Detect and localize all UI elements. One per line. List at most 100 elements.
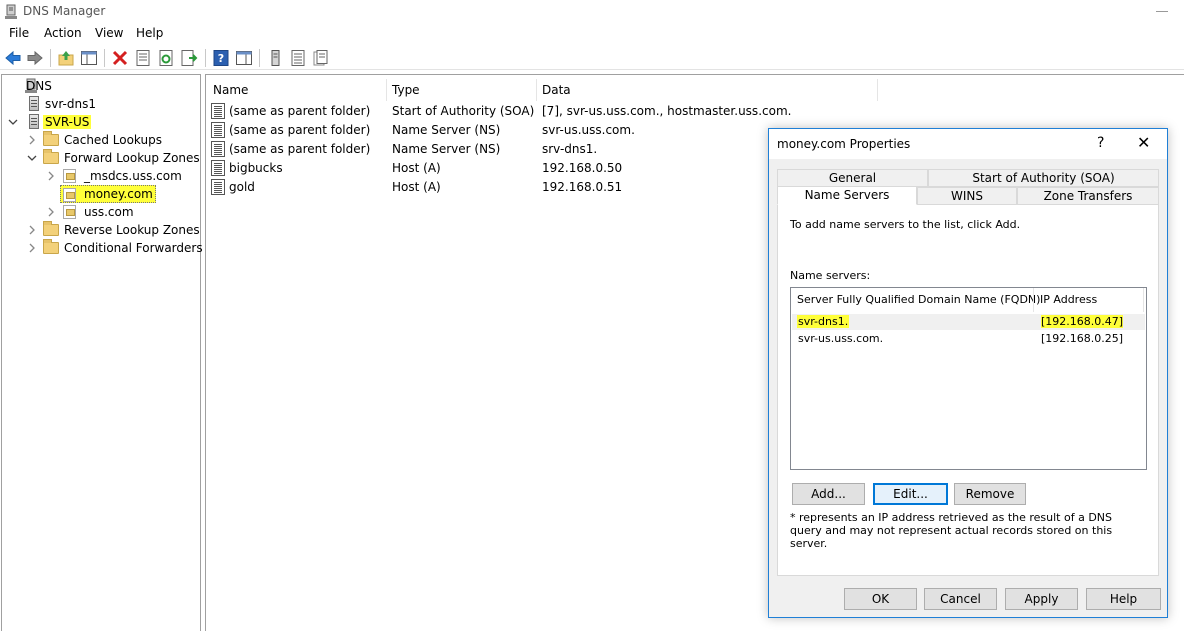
column-header-type[interactable]: Type — [392, 79, 420, 101]
chevron-down-icon[interactable] — [8, 116, 18, 128]
tree-label-cached-lookups: Cached Lookups — [64, 133, 162, 147]
tab-general[interactable]: General — [777, 169, 928, 187]
folder-open-icon — [43, 149, 59, 164]
close-icon[interactable]: ✕ — [1137, 133, 1150, 152]
tree-label-forward-lookup-zones: Forward Lookup Zones — [64, 151, 200, 165]
tab-start-of-authority[interactable]: Start of Authority (SOA) — [928, 169, 1159, 187]
cancel-button[interactable]: Cancel — [924, 588, 997, 610]
tree-item-dns[interactable]: DNS — [2, 77, 200, 95]
title-bar: DNS Manager — [0, 0, 1184, 24]
remove-button[interactable]: Remove — [954, 483, 1026, 505]
tree-item-uss-com[interactable]: uss.com — [2, 203, 200, 221]
instructions-text: To add name servers to the list, click A… — [790, 218, 1021, 231]
record-data: 192.168.0.50 — [542, 161, 623, 175]
column-header-ip-address[interactable]: IP Address — [1040, 288, 1097, 312]
chevron-right-icon[interactable] — [27, 224, 37, 236]
folder-icon — [43, 239, 59, 254]
tree-item-cached-lookups[interactable]: Cached Lookups — [2, 131, 200, 149]
ok-button[interactable]: OK — [844, 588, 917, 610]
help-button[interactable]: Help — [1086, 588, 1161, 610]
tree-item-msdcs[interactable]: _msdcs.uss.com — [2, 167, 200, 185]
folder-icon — [43, 131, 59, 146]
show-hide-action-pane-icon[interactable] — [235, 49, 253, 67]
delete-icon[interactable] — [111, 49, 129, 67]
list-view-icon[interactable] — [289, 49, 307, 67]
minimize-button[interactable] — [1156, 11, 1168, 12]
menu-action[interactable]: Action — [44, 26, 82, 40]
up-folder-icon[interactable] — [57, 49, 75, 67]
column-divider[interactable] — [536, 79, 537, 101]
chevron-right-icon[interactable] — [27, 242, 37, 254]
properties-dialog: money.com Properties ? ✕ General Start o… — [768, 128, 1168, 618]
chevron-right-icon[interactable] — [46, 170, 56, 182]
table-row[interactable]: (same as parent folder) Start of Authori… — [206, 102, 906, 121]
record-type: Host (A) — [392, 180, 441, 194]
tab-wins[interactable]: WINS — [917, 187, 1017, 205]
export-list-icon[interactable] — [180, 49, 198, 67]
column-divider[interactable] — [1033, 288, 1034, 312]
tree-label-dns: DNS — [26, 79, 52, 93]
record-data: svr-us.uss.com. — [542, 123, 635, 137]
refresh-icon[interactable] — [157, 49, 175, 67]
list-item[interactable]: svr-us.uss.com. [192.168.0.25] — [792, 331, 1145, 347]
chevron-right-icon[interactable] — [27, 134, 37, 146]
forward-arrow-icon[interactable] — [26, 49, 44, 67]
server-ip: [192.168.0.25] — [1041, 332, 1124, 345]
menu-help[interactable]: Help — [136, 26, 163, 40]
record-name: bigbucks — [229, 161, 283, 175]
zone-icon — [63, 188, 76, 202]
column-divider[interactable] — [1143, 288, 1144, 312]
toolbar: ? — [0, 46, 1184, 70]
list-item[interactable]: svr-dns1. [192.168.0.47] — [792, 314, 1145, 330]
record-data: srv-dns1. — [542, 142, 598, 156]
chevron-down-icon[interactable] — [27, 152, 37, 164]
tree-label-reverse-lookup-zones: Reverse Lookup Zones — [64, 223, 200, 237]
tree-item-svr-us[interactable]: SVR-US — [2, 113, 200, 131]
help-icon[interactable]: ? — [212, 49, 230, 67]
record-name: (same as parent folder) — [229, 104, 371, 118]
record-data: 192.168.0.51 — [542, 180, 623, 194]
properties-icon[interactable] — [134, 49, 152, 67]
server-icon — [29, 114, 39, 129]
column-divider[interactable] — [386, 79, 387, 101]
back-arrow-icon[interactable] — [4, 49, 22, 67]
apply-button[interactable]: Apply — [1005, 588, 1078, 610]
record-icon — [211, 179, 225, 195]
record-type: Start of Authority (SOA) — [392, 104, 535, 118]
column-header-name[interactable]: Name — [213, 79, 248, 101]
dialog-title: money.com Properties — [777, 137, 911, 151]
dialog-title-bar: money.com Properties ? ✕ — [769, 129, 1167, 159]
show-hide-tree-icon[interactable] — [80, 49, 98, 67]
add-button[interactable]: Add... — [792, 483, 865, 505]
detail-view-icon[interactable] — [312, 49, 330, 67]
server-icon[interactable] — [266, 49, 284, 67]
record-icon — [211, 122, 225, 138]
toolbar-separator — [259, 49, 260, 67]
chevron-right-icon[interactable] — [46, 206, 56, 218]
column-header-fqdn[interactable]: Server Fully Qualified Domain Name (FQDN… — [797, 288, 1040, 312]
tree-item-conditional-forwarders[interactable]: Conditional Forwarders — [2, 239, 203, 257]
toolbar-separator — [50, 49, 51, 67]
window-title: DNS Manager — [23, 4, 106, 18]
folder-icon — [43, 221, 59, 236]
tree-item-money-com[interactable]: money.com — [60, 185, 156, 203]
record-data: [7], svr-us.uss.com., hostmaster.uss.com… — [542, 104, 792, 118]
record-icon — [211, 160, 225, 176]
record-type: Host (A) — [392, 161, 441, 175]
column-header-data[interactable]: Data — [542, 79, 571, 101]
tree-item-reverse-lookup-zones[interactable]: Reverse Lookup Zones — [2, 221, 200, 239]
tab-name-servers[interactable]: Name Servers — [777, 186, 917, 205]
record-type: Name Server (NS) — [392, 123, 501, 137]
menu-view[interactable]: View — [95, 26, 123, 40]
name-servers-list[interactable]: Server Fully Qualified Domain Name (FQDN… — [790, 287, 1147, 470]
tree-label-svr-us: SVR-US — [43, 115, 92, 129]
server-icon — [29, 96, 39, 111]
tree-item-forward-lookup-zones[interactable]: Forward Lookup Zones — [2, 149, 200, 167]
console-tree: DNS svr-dns1 SVR-US Cached Lookups Forwa… — [1, 74, 203, 631]
edit-button[interactable]: Edit... — [873, 483, 948, 505]
menu-file[interactable]: File — [9, 26, 29, 40]
tab-zone-transfers[interactable]: Zone Transfers — [1017, 187, 1159, 205]
column-divider[interactable] — [877, 79, 878, 101]
dialog-help-button[interactable]: ? — [1097, 135, 1104, 151]
tree-item-svr-dns1[interactable]: svr-dns1 — [2, 95, 200, 113]
